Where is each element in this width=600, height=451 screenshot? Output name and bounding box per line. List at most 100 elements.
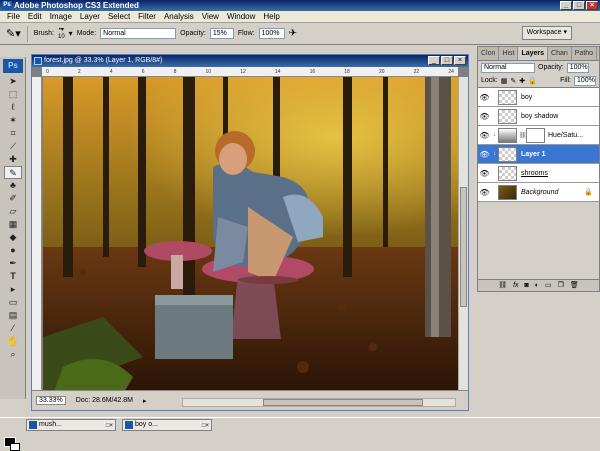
link-layers-icon[interactable]: ⛓ — [498, 280, 507, 291]
maximize-button[interactable]: □ — [573, 1, 585, 10]
layer-row-layer-1[interactable]: 👁 ↓ Layer 1 — [478, 145, 599, 164]
blur-tool-icon[interactable]: ◆ — [4, 231, 22, 244]
menu-edit[interactable]: Edit — [24, 12, 46, 21]
fx-icon[interactable]: fx — [513, 280, 518, 291]
visibility-eye-icon[interactable]: 👁 — [478, 150, 491, 159]
menu-layer[interactable]: Layer — [76, 12, 104, 21]
lock-image-icon[interactable]: ✎ — [510, 77, 516, 85]
shape-tool-icon[interactable]: ▭ — [4, 296, 22, 309]
doc-maximize-button[interactable]: □ — [441, 56, 453, 65]
marquee-tool-icon[interactable]: ⬚ — [4, 88, 22, 101]
doc-close-button[interactable]: × — [454, 56, 466, 65]
vertical-scroll-thumb[interactable] — [460, 187, 467, 307]
horizontal-scroll-thumb[interactable] — [263, 399, 423, 406]
trash-icon[interactable]: 🗑 — [570, 280, 579, 291]
layer-mask-thumbnail[interactable] — [526, 127, 545, 143]
doc-minimize-button[interactable]: _ — [428, 56, 440, 65]
type-tool-icon[interactable]: T — [4, 270, 22, 283]
mode-select[interactable]: Normal — [100, 28, 177, 39]
menu-image[interactable]: Image — [46, 12, 76, 21]
visibility-eye-icon[interactable]: 👁 — [478, 112, 491, 121]
visibility-eye-icon[interactable]: 👁 — [478, 188, 491, 197]
path-selection-tool-icon[interactable]: ▸ — [4, 283, 22, 296]
layer-row-boy[interactable]: 👁 boy — [478, 88, 599, 107]
menu-filter[interactable]: Filter — [134, 12, 160, 21]
mask-link-icon[interactable]: ⛓ — [519, 132, 527, 139]
document-title-bar[interactable]: forest.jpg @ 33.3% (Layer 1, RGB/8#) _ □… — [32, 55, 468, 67]
pen-tool-icon[interactable]: ✒ — [4, 257, 22, 270]
eraser-tool-icon[interactable]: ▱ — [4, 205, 22, 218]
horizontal-scrollbar[interactable] — [182, 398, 456, 407]
document-icon — [125, 421, 133, 429]
visibility-eye-icon[interactable]: 👁 — [478, 169, 491, 178]
visibility-eye-icon[interactable]: 👁 — [478, 93, 491, 102]
slice-tool-icon[interactable]: ⟋ — [4, 140, 22, 153]
menu-select[interactable]: Select — [104, 12, 134, 21]
menu-file[interactable]: File — [3, 12, 24, 21]
adjustment-layer-icon[interactable]: ◐ — [535, 280, 539, 291]
ruler-mark: 14 — [274, 69, 281, 75]
menu-view[interactable]: View — [198, 12, 223, 21]
lock-all-icon[interactable]: 🔒 — [528, 77, 537, 85]
new-layer-icon[interactable]: ❐ — [558, 280, 564, 291]
restore-icon[interactable]: □× — [202, 421, 209, 431]
ruler-mark: 18 — [344, 69, 350, 75]
lock-position-icon[interactable]: ✚ — [519, 77, 525, 85]
blend-mode-select[interactable]: Normal — [481, 62, 535, 73]
status-menu-icon[interactable]: ▸ — [143, 397, 147, 405]
history-brush-tool-icon[interactable]: ✐ — [4, 192, 22, 205]
minimize-button[interactable]: _ — [560, 1, 572, 10]
layer-name: boy shadow — [521, 112, 559, 120]
fill-field[interactable]: 100% — [574, 75, 596, 86]
clone-stamp-tool-icon[interactable]: ♣ — [4, 179, 22, 192]
healing-brush-tool-icon[interactable]: ✚ — [4, 153, 22, 166]
vertical-scrollbar[interactable] — [458, 77, 468, 390]
tab-clone-source[interactable]: Clon — [478, 47, 500, 60]
hand-tool-icon[interactable]: ✋ — [4, 335, 22, 348]
ruler-mark: 2 — [77, 69, 81, 75]
lock-transparency-icon[interactable]: ▦ — [501, 77, 508, 85]
layer-row-shrooms[interactable]: 👁 shrooms — [478, 164, 599, 183]
layer-row-background[interactable]: 👁 Background 🔒 — [478, 183, 599, 202]
brush-tool-icon[interactable]: ✎ — [4, 166, 22, 179]
layers-panel: Clon Hist Layers Chan Patho Normal Opaci… — [477, 46, 600, 292]
airbrush-icon[interactable]: ✈ — [289, 28, 297, 39]
background-color-swatch[interactable] — [10, 443, 20, 451]
layer-thumbnail — [498, 89, 517, 105]
tab-channels[interactable]: Chan — [548, 47, 572, 60]
crop-tool-icon[interactable]: ⌗ — [4, 127, 22, 140]
menu-help[interactable]: Help — [259, 12, 283, 21]
restore-icon[interactable]: □× — [106, 421, 113, 431]
image-canvas[interactable] — [43, 77, 460, 394]
layer-thumbnail — [498, 165, 517, 181]
minimized-doc-boy[interactable]: boy o... □× — [122, 419, 212, 431]
tab-history[interactable]: Hist — [499, 47, 519, 60]
dodge-tool-icon[interactable]: ● — [4, 244, 22, 257]
tab-paths[interactable]: Patho — [572, 47, 598, 60]
brush-palette-icon[interactable]: ▾ — [69, 29, 73, 38]
gradient-tool-icon[interactable]: ▦ — [4, 218, 22, 231]
layer-row-boy-shadow[interactable]: 👁 boy shadow — [478, 107, 599, 126]
add-mask-icon[interactable]: ◙ — [525, 280, 529, 291]
magic-wand-tool-icon[interactable]: ✶ — [4, 114, 22, 127]
flow-field[interactable]: 100% — [258, 28, 285, 39]
brush-tool-preset-icon[interactable]: ✎▾ — [6, 27, 21, 40]
close-button[interactable]: × — [586, 1, 598, 10]
move-tool-icon[interactable]: ➤ — [4, 75, 22, 88]
new-group-icon[interactable]: ▭ — [545, 280, 552, 291]
menu-window[interactable]: Window — [223, 12, 259, 21]
workspace-button[interactable]: Workspace ▾ — [521, 26, 572, 40]
menu-analysis[interactable]: Analysis — [160, 12, 198, 21]
brush-size-picker[interactable]: •▾ 10 — [58, 27, 65, 41]
opacity-field[interactable]: 15% — [209, 28, 234, 39]
visibility-eye-icon[interactable]: 👁 — [478, 131, 491, 140]
zoom-level-field[interactable]: 33.33% — [36, 396, 66, 405]
layer-opacity-field[interactable]: 100% — [566, 62, 589, 73]
layer-row-hue-saturation[interactable]: 👁 ↓ ⛓ Hue/Satu... — [478, 126, 599, 145]
minimized-doc-mushrooms[interactable]: mush... □× — [26, 419, 116, 431]
tab-layers[interactable]: Layers — [518, 47, 549, 60]
lasso-tool-icon[interactable]: ℓ — [4, 101, 22, 114]
eyedropper-tool-icon[interactable]: ⁄ — [4, 322, 22, 335]
zoom-tool-icon[interactable]: ⌕ — [4, 348, 22, 361]
notes-tool-icon[interactable]: ▤ — [4, 309, 22, 322]
